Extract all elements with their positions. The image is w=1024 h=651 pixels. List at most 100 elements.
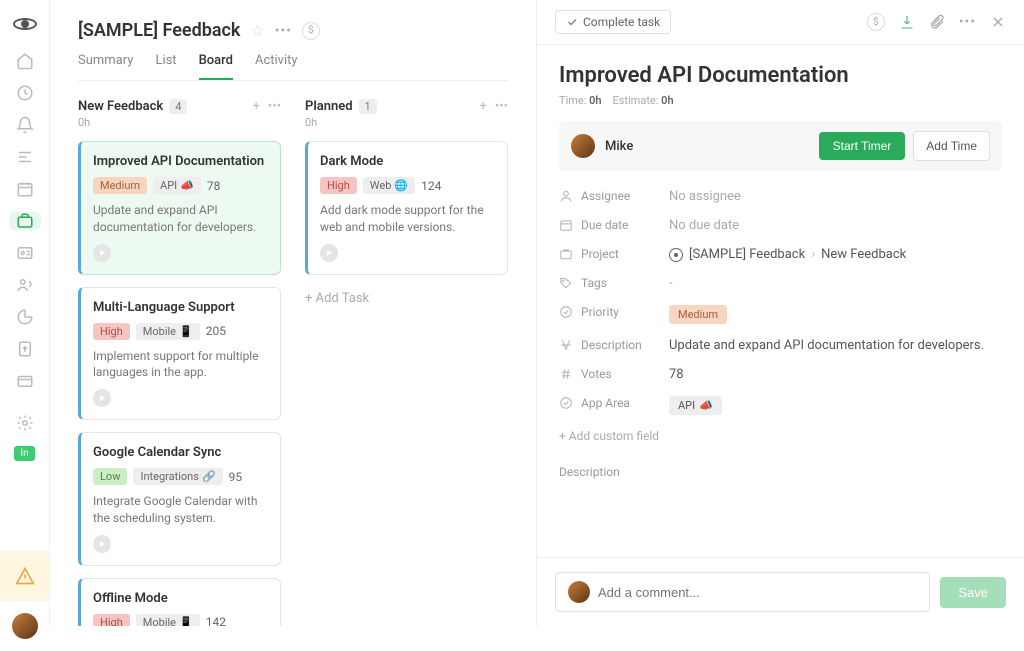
card-description: Update and expand API documentation for …	[93, 202, 268, 236]
task-detail-panel: Complete task $ ••• Improved API Documen…	[536, 0, 1024, 626]
column-more-icon[interactable]: •••	[495, 99, 508, 114]
id-icon[interactable]	[15, 244, 35, 262]
priority-label: Priority	[559, 305, 669, 319]
column-hours: 0h	[305, 116, 508, 129]
add-custom-field[interactable]: + Add custom field	[559, 429, 659, 443]
column-count: 1	[359, 99, 377, 114]
clock-icon[interactable]	[15, 84, 35, 102]
time-estimate-line: Time: 0h Estimate: 0h	[559, 94, 1002, 107]
dollar-badge[interactable]: $	[302, 22, 320, 40]
assignee-avatar[interactable]	[571, 134, 595, 158]
card-title: Multi-Language Support	[93, 300, 268, 315]
column-more-icon[interactable]: •••	[268, 99, 281, 114]
description-value[interactable]: Update and expand API documentation for …	[669, 338, 984, 353]
assignee-value[interactable]: No assignee	[669, 189, 741, 204]
priority-tag: Medium	[93, 177, 147, 194]
votes-count: 205	[206, 324, 226, 338]
description-section-heading: Description	[559, 465, 1002, 479]
description-label: Description	[559, 338, 669, 352]
play-icon[interactable]	[93, 389, 111, 407]
column-hours: 0h	[78, 116, 281, 129]
card-title: Google Calendar Sync	[93, 445, 268, 460]
user-avatar[interactable]	[0, 601, 50, 651]
add-time-button[interactable]: Add Time	[913, 131, 990, 161]
area-tag: API 📣	[153, 177, 201, 194]
download-icon[interactable]	[899, 14, 915, 30]
votes-count: 124	[421, 179, 441, 193]
area-label: App Area	[559, 396, 669, 410]
app-logo[interactable]	[13, 18, 37, 30]
detail-title: Improved API Documentation	[559, 63, 1002, 88]
votes-label: Votes	[559, 367, 669, 381]
dollar-badge-icon[interactable]: $	[867, 13, 885, 31]
invoice-icon[interactable]	[15, 340, 35, 358]
due-date-value[interactable]: No due date	[669, 218, 739, 233]
tab-list[interactable]: List	[155, 53, 176, 80]
complete-task-button[interactable]: Complete task	[555, 10, 671, 34]
bell-icon[interactable]	[15, 116, 35, 134]
add-task-button[interactable]: + Add Task	[305, 287, 508, 310]
more-icon[interactable]: •••	[275, 23, 292, 39]
wallet-icon[interactable]	[15, 372, 35, 390]
warning-icon[interactable]	[0, 551, 50, 601]
priority-tag: High	[93, 323, 130, 340]
comment-input[interactable]	[598, 585, 917, 600]
tab-summary[interactable]: Summary	[78, 53, 133, 80]
play-icon[interactable]	[93, 535, 111, 553]
card-title: Offline Mode	[93, 591, 268, 606]
tags-label: Tags	[559, 276, 669, 290]
task-card[interactable]: Google Calendar Sync Low Integrations 🔗 95 I…	[78, 432, 281, 566]
assignee-label: Assignee	[559, 189, 669, 203]
add-icon[interactable]: +	[252, 99, 259, 114]
tab-board[interactable]: Board	[199, 53, 233, 80]
votes-count: 95	[229, 470, 243, 484]
votes-count: 142	[206, 615, 226, 626]
area-tag: Web 🌐	[363, 177, 415, 194]
card-title: Dark Mode	[320, 154, 495, 169]
comment-avatar	[568, 581, 590, 603]
tabs: Summary List Board Activity	[78, 53, 508, 81]
task-card[interactable]: Offline ModeHighMobile 📱142Allow users t…	[78, 578, 281, 626]
star-icon[interactable]: ☆	[250, 21, 264, 40]
add-icon[interactable]: +	[479, 99, 486, 114]
play-icon[interactable]	[320, 244, 338, 262]
main-board: [SAMPLE] Feedback ☆ ••• $ Summary List Boa…	[50, 0, 536, 626]
detail-more-icon[interactable]: •••	[959, 14, 976, 30]
area-tag: Integrations 🔗	[133, 468, 222, 485]
in-badge[interactable]: In	[14, 446, 34, 461]
area-tag: Mobile 📱	[136, 614, 200, 626]
briefcase-icon[interactable]	[9, 212, 41, 230]
priority-value[interactable]: Medium	[669, 305, 727, 324]
priority-tag: Low	[93, 468, 127, 485]
priority-tag: High	[320, 177, 357, 194]
tags-value[interactable]: -	[669, 276, 673, 291]
tab-activity[interactable]: Activity	[255, 53, 298, 80]
priority-tag: High	[93, 614, 130, 626]
votes-value[interactable]: 78	[669, 367, 684, 382]
calendar-icon[interactable]	[15, 180, 35, 198]
target-icon	[669, 248, 683, 262]
close-icon[interactable]	[990, 14, 1006, 30]
page-header: [SAMPLE] Feedback ☆ ••• $	[78, 20, 508, 41]
start-timer-button[interactable]: Start Timer	[819, 132, 906, 160]
area-tag: Mobile 📱	[136, 323, 200, 340]
gear-icon[interactable]	[15, 414, 35, 432]
project-value[interactable]: [SAMPLE] Feedback › New Feedback	[669, 247, 906, 262]
column: Planned1+•••0hDark ModeHighWeb 🌐124Add d…	[305, 99, 508, 626]
attachment-icon[interactable]	[929, 14, 945, 30]
complete-task-label: Complete task	[583, 15, 660, 29]
task-card[interactable]: Multi-Language SupportHighMobile 📱205Imp…	[78, 287, 281, 421]
card-title: Improved API Documentation	[93, 154, 268, 169]
task-card[interactable]: Improved API Documentation Medium API 📣 78 U…	[78, 141, 281, 275]
list-icon[interactable]	[15, 148, 35, 166]
home-icon[interactable]	[15, 52, 35, 70]
save-button[interactable]: Save	[940, 577, 1006, 608]
votes-count: 78	[207, 179, 221, 193]
pie-icon[interactable]	[15, 308, 35, 326]
card-description: Integrate Google Calendar with the sched…	[93, 493, 268, 527]
task-card[interactable]: Dark ModeHighWeb 🌐124Add dark mode suppo…	[305, 141, 508, 275]
area-value[interactable]: API📣	[669, 396, 722, 415]
play-icon[interactable]	[93, 244, 111, 262]
assignee-name: Mike	[605, 139, 633, 154]
users-icon[interactable]	[15, 276, 35, 294]
